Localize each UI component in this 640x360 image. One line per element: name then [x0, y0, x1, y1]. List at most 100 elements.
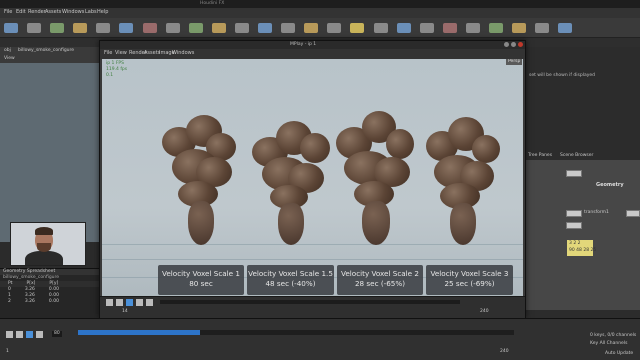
caption-card-1: Velocity Voxel Scale 1 80 sec: [158, 265, 244, 295]
network-node[interactable]: [626, 210, 640, 217]
shelf-tool-portal-icon[interactable]: [488, 23, 503, 33]
shelf-tool-spray-icon[interactable]: [234, 23, 249, 33]
menu-render[interactable]: Render: [28, 9, 46, 16]
mplay-menu-assets[interactable]: Assets: [144, 50, 160, 57]
menu-help[interactable]: Help: [97, 9, 108, 16]
menu-labs[interactable]: Labs: [85, 9, 97, 16]
shelf-tool-vr-camera-icon[interactable]: [558, 23, 573, 33]
network-node[interactable]: [566, 210, 582, 217]
shelf-toolbar: [0, 18, 640, 38]
presenter-hair: [35, 227, 53, 235]
obj-path-tab[interactable]: obj: [4, 48, 11, 54]
view-label: View: [4, 56, 15, 61]
note-line: 90 48 28 25: [569, 248, 597, 253]
mplay-end-field[interactable]: 240: [480, 309, 489, 315]
mplay-title: MPlay - ip 1: [290, 42, 317, 47]
shelf-tool-spot-light-icon[interactable]: [350, 23, 365, 33]
app-title: Houdini FX: [200, 1, 225, 6]
shelf-tool-sky-light-icon[interactable]: [419, 23, 434, 33]
tab-tree-panes[interactable]: Tree Panes: [528, 153, 552, 159]
node-path[interactable]: billowy_smoke_configure: [18, 48, 74, 54]
auto-update-button[interactable]: Auto Update: [605, 351, 633, 357]
smoke-plume-4: [420, 109, 504, 249]
smoke-plume-1: [156, 109, 240, 249]
caption-card-3: Velocity Voxel Scale 2 28 sec (-65%): [337, 265, 423, 295]
play-icon[interactable]: [26, 331, 33, 338]
caption-card-4: Velocity Voxel Scale 3 25 sec (-69%): [426, 265, 513, 295]
smoke-plume-3: [332, 107, 416, 247]
shelf-tool-sphere-icon[interactable]: [27, 23, 42, 33]
smoke-plume-2: [248, 111, 332, 251]
mplay-titlebar[interactable]: MPlay - ip 1: [100, 41, 525, 49]
network-node[interactable]: [566, 222, 582, 229]
viewport-info: ip 1 FPS 119.4 fps 0.1: [106, 61, 128, 78]
main-timeline: 80 1 240 0 keys, 0/0 channels Key All Ch…: [0, 318, 640, 360]
shelf-tool-path-icon[interactable]: [211, 23, 226, 33]
mplay-menu-view[interactable]: View: [115, 50, 127, 57]
menu-edit[interactable]: Edit: [16, 9, 26, 16]
shelf-tool-circle-icon[interactable]: [165, 23, 180, 33]
presenter-beard: [37, 243, 51, 252]
shelf-tool-torus-icon[interactable]: [73, 23, 88, 33]
menu-file[interactable]: File: [4, 9, 12, 16]
timeline-range-fill: [78, 330, 200, 335]
shelf-tool-env-light-icon[interactable]: [396, 23, 411, 33]
end-frame-field[interactable]: 240: [500, 349, 509, 355]
shelf-tool-caustic-icon[interactable]: [465, 23, 480, 33]
render-viewport[interactable]: ip 1 FPS 119.4 fps 0.1 Persp Velocity Vo…: [102, 59, 523, 329]
mplay-menu-windows[interactable]: Windows: [172, 50, 194, 57]
presenter-body: [25, 251, 63, 265]
scene-view-pane[interactable]: [0, 47, 100, 242]
shelf-tool-box-icon[interactable]: [4, 23, 18, 33]
caption-title: Velocity Voxel Scale 3: [430, 269, 509, 278]
shelf-tool-area-light-icon[interactable]: [373, 23, 388, 33]
current-frame-field[interactable]: 80: [52, 331, 62, 337]
shelf-tool-stereo-icon[interactable]: [535, 23, 550, 33]
network-view[interactable]: Geometry transform1: [526, 160, 640, 310]
shelf-tool-grid-icon[interactable]: [96, 23, 111, 33]
table-row[interactable]: 2 3.26 0.00: [0, 299, 100, 305]
tab-scene-browser[interactable]: Scene Browser: [560, 153, 593, 159]
shelf-tool-gi-light-icon[interactable]: [442, 23, 457, 33]
close-icon[interactable]: [518, 42, 523, 47]
shelf-tool-ambient-icon[interactable]: [512, 23, 527, 33]
shelf-tool-curve-icon[interactable]: [188, 23, 203, 33]
mplay-menu-file[interactable]: File: [104, 50, 112, 57]
shelf-tool-light-icon[interactable]: [304, 23, 319, 33]
key-all-channels-button[interactable]: Key All Channels: [590, 341, 627, 347]
persp-button[interactable]: Persp: [506, 59, 523, 65]
caption-time: 80 sec: [189, 279, 213, 288]
ground-grid-line: [102, 259, 523, 260]
shelf-tool-line-icon[interactable]: [142, 23, 157, 33]
minimize-icon[interactable]: [504, 42, 509, 47]
first-frame-icon[interactable]: [6, 331, 13, 338]
sticky-note[interactable]: 3 2 2 90 48 28 25: [567, 240, 597, 256]
network-node[interactable]: [566, 170, 582, 177]
mplay-scrub-bar[interactable]: [160, 300, 460, 304]
shelf-tool-null-icon[interactable]: [119, 23, 134, 33]
step-back-icon[interactable]: [116, 299, 123, 306]
note-line: 3 2 2: [569, 241, 581, 246]
step-forward-icon[interactable]: [136, 299, 143, 306]
keys-channels-label: 0 keys, 0/0 channels: [590, 333, 637, 338]
maximize-icon[interactable]: [511, 42, 516, 47]
shelf-tool-tube-icon[interactable]: [50, 23, 65, 33]
menu-assets[interactable]: Assets: [45, 9, 61, 16]
step-back-icon[interactable]: [16, 331, 23, 338]
mplay-window: MPlay - ip 1 File View Render Assets Ima…: [99, 40, 526, 329]
play-icon[interactable]: [126, 299, 133, 306]
shelf-tool-font-icon[interactable]: [258, 23, 273, 33]
shelf-tool-platonic-icon[interactable]: [281, 23, 296, 33]
cell: 3.26: [24, 299, 35, 304]
geometry-context-label: Geometry: [596, 182, 624, 188]
menu-windows[interactable]: Windows: [62, 9, 84, 16]
last-frame-icon[interactable]: [146, 299, 153, 306]
first-frame-icon[interactable]: [106, 299, 113, 306]
mplay-menubar: File View Render Assets Image Windows: [100, 49, 525, 59]
mplay-frame-field[interactable]: 14: [122, 309, 128, 315]
shelf-tool-camera-icon[interactable]: [327, 23, 342, 33]
main-menubar: File Edit Render Assets Windows Labs Hel…: [0, 8, 640, 18]
param-message: set will be shown if displayed: [529, 73, 596, 78]
step-forward-icon[interactable]: [36, 331, 43, 338]
start-frame-field[interactable]: 1: [6, 349, 9, 355]
